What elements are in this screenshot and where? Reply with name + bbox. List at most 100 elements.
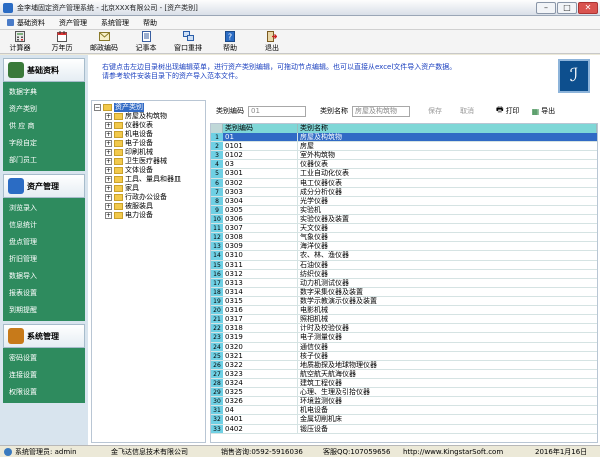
tree-node[interactable]: + 被服装具: [105, 202, 203, 211]
cell-code[interactable]: 01: [223, 133, 298, 142]
nav-item-asset-category[interactable]: 资产类别: [3, 101, 85, 118]
nav-item-permissions[interactable]: 权限设置: [3, 384, 85, 401]
nav-group-basic-data[interactable]: 基础资料: [3, 58, 85, 82]
cell-name[interactable]: 工业自动化仪表: [298, 169, 597, 177]
table-row[interactable]: 30 0326 环境监测仪器: [211, 397, 597, 407]
cell-name[interactable]: 心理、生理及引拾仪器: [298, 388, 597, 396]
cell-name[interactable]: 建筑工程仪器: [298, 379, 597, 387]
cell-name[interactable]: 金属切削机床: [298, 415, 597, 423]
tree-node[interactable]: + 印刷机械: [105, 148, 203, 157]
cancel-button[interactable]: 取消: [460, 106, 474, 116]
cell-code[interactable]: 0307: [223, 224, 298, 233]
tree-node[interactable]: + 仪器仪表: [105, 121, 203, 130]
table-row[interactable]: 12 0308 气象仪器: [211, 233, 597, 243]
expand-icon[interactable]: +: [105, 194, 112, 201]
cell-code[interactable]: 0402: [223, 424, 298, 433]
save-button[interactable]: 保存: [428, 106, 442, 116]
cell-name[interactable]: 房屋: [298, 142, 597, 150]
cell-name[interactable]: 实验仪器及装置: [298, 215, 597, 223]
nav-item-password[interactable]: 密码设置: [3, 350, 85, 367]
cell-name[interactable]: 电子测量仪器: [298, 333, 597, 341]
menu-help[interactable]: 帮助: [136, 18, 164, 28]
table-row[interactable]: 4 03 仪器仪表: [211, 160, 597, 170]
table-row[interactable]: 22 0318 计时及校验仪器: [211, 324, 597, 334]
nav-item-data-dictionary[interactable]: 数据字典: [3, 84, 85, 101]
cell-code[interactable]: 0310: [223, 251, 298, 260]
tree-node[interactable]: + 卫生医疗器械: [105, 157, 203, 166]
cell-name[interactable]: 锻压设备: [298, 425, 597, 433]
cell-code[interactable]: 0320: [223, 342, 298, 351]
tree-node[interactable]: + 家具: [105, 184, 203, 193]
cell-code[interactable]: 0301: [223, 169, 298, 178]
cell-name[interactable]: 光学仪器: [298, 197, 597, 205]
menu-asset-management[interactable]: 资产管理: [52, 18, 94, 28]
cell-name[interactable]: 农、林、渔仪器: [298, 251, 597, 259]
expand-icon[interactable]: +: [105, 203, 112, 210]
cell-name[interactable]: 环境监测仪器: [298, 397, 597, 405]
nav-item-report-settings[interactable]: 报表设置: [3, 285, 85, 302]
print-button[interactable]: 🖶 打印: [496, 104, 520, 118]
table-row[interactable]: 15 0311 石油仪器: [211, 260, 597, 270]
table-row[interactable]: 13 0309 海洋仪器: [211, 242, 597, 252]
nav-group-asset-management[interactable]: 资产管理: [3, 174, 85, 198]
cell-name[interactable]: 仪器仪表: [298, 160, 597, 168]
cell-code[interactable]: 03: [223, 160, 298, 169]
cell-name[interactable]: 计时及校验仪器: [298, 324, 597, 332]
collapse-icon[interactable]: −: [94, 104, 101, 111]
cell-name[interactable]: 电影机械: [298, 306, 597, 314]
cell-code[interactable]: 0324: [223, 378, 298, 388]
tree-root[interactable]: − 资产类别: [94, 103, 203, 112]
table-row[interactable]: 10 0306 实验仪器及装置: [211, 214, 597, 225]
cell-name[interactable]: 天文仪器: [298, 224, 597, 232]
table-row[interactable]: 28 0324 建筑工程仪器: [211, 378, 597, 389]
header-code[interactable]: 类别编码: [223, 124, 298, 133]
cell-name[interactable]: 动力机测试仪器: [298, 279, 597, 287]
expand-icon[interactable]: +: [105, 122, 112, 129]
table-row[interactable]: 14 0310 农、林、渔仪器: [211, 251, 597, 261]
cell-code[interactable]: 0313: [223, 278, 298, 287]
expand-icon[interactable]: +: [105, 167, 112, 174]
table-row[interactable]: 23 0319 电子测量仪器: [211, 333, 597, 343]
nav-item-data-import[interactable]: 数据导入: [3, 268, 85, 285]
cell-name[interactable]: 室外构筑物: [298, 151, 597, 159]
nav-item-expiry-reminder[interactable]: 到期提醒: [3, 302, 85, 319]
header-name[interactable]: 类别名称: [298, 124, 597, 133]
cell-code[interactable]: 0302: [223, 178, 298, 187]
tree-node[interactable]: + 机电设备: [105, 130, 203, 139]
cell-name[interactable]: 海洋仪器: [298, 242, 597, 250]
nav-item-inventory[interactable]: 盘点管理: [3, 234, 85, 251]
table-row[interactable]: 19 0315 数学示教演示仪器及装置: [211, 296, 597, 307]
cell-name[interactable]: 房屋及构筑物: [298, 133, 597, 142]
cell-code[interactable]: 0312: [223, 269, 298, 278]
tree-node[interactable]: + 行政办公设备: [105, 193, 203, 202]
tree-node[interactable]: + 房屋及构筑物: [105, 112, 203, 121]
tree-node[interactable]: + 工具、量具和器皿: [105, 175, 203, 184]
table-row[interactable]: 8 0304 光学仪器: [211, 196, 597, 206]
cell-code[interactable]: 0323: [223, 369, 298, 378]
maximize-button[interactable]: □: [557, 1, 577, 14]
cell-name[interactable]: 照相机械: [298, 315, 597, 323]
cell-code[interactable]: 0306: [223, 214, 298, 224]
table-row[interactable]: 26 0322 地质勘探及地球物理仪器: [211, 360, 597, 370]
table-row[interactable]: 6 0302 电工仪器仪表: [211, 178, 597, 188]
table-row[interactable]: 18 0314 数字采集仪器及装置: [211, 287, 597, 297]
cell-code[interactable]: 0309: [223, 242, 298, 251]
expand-icon[interactable]: +: [105, 149, 112, 156]
menu-basic-data[interactable]: 基础资料: [0, 18, 52, 28]
table-row[interactable]: 11 0307 天文仪器: [211, 224, 597, 234]
table-row[interactable]: 16 0312 纺织仪器: [211, 269, 597, 279]
expand-icon[interactable]: +: [105, 158, 112, 165]
postcode-button[interactable]: 邮政编码: [88, 31, 120, 53]
cell-code[interactable]: 04: [223, 406, 298, 415]
cell-code[interactable]: 0319: [223, 333, 298, 342]
cell-code[interactable]: 0316: [223, 306, 298, 315]
table-row[interactable]: 25 0321 核子仪器: [211, 351, 597, 361]
cell-code[interactable]: 0325: [223, 388, 298, 397]
table-row[interactable]: 32 0401 金属切削机床: [211, 415, 597, 425]
table-row[interactable]: 31 04 机电设备: [211, 406, 597, 416]
table-row[interactable]: 2 0101 房屋: [211, 142, 597, 152]
minimize-button[interactable]: –: [536, 1, 556, 14]
cell-name[interactable]: 核子仪器: [298, 352, 597, 360]
table-row[interactable]: 3 0102 室外构筑物: [211, 151, 597, 161]
cell-name[interactable]: 石油仪器: [298, 261, 597, 269]
